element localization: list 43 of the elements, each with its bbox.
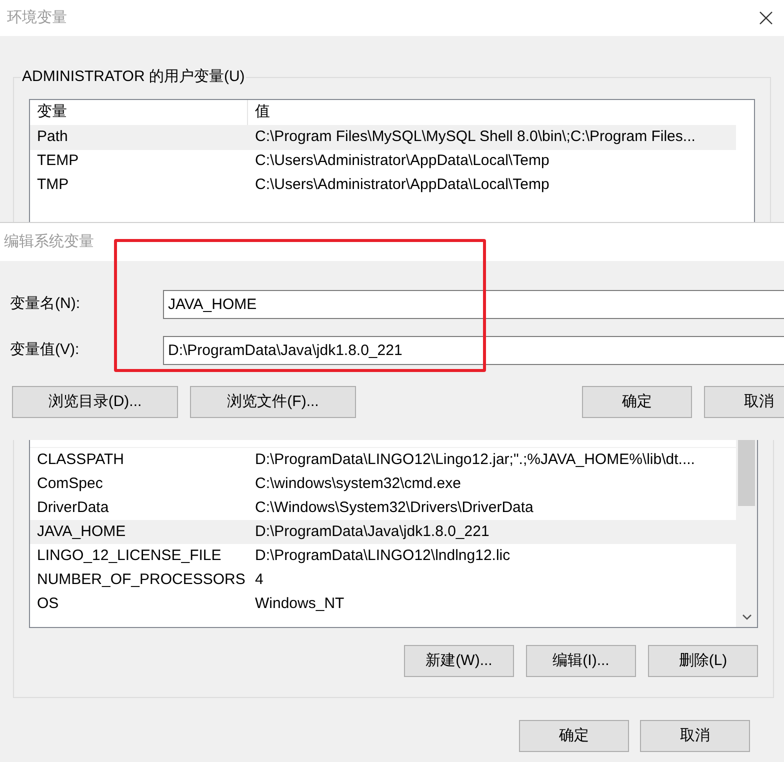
variable-name: TEMP xyxy=(36,151,80,172)
dialog-button[interactable]: 取消 xyxy=(704,386,784,418)
dialog-button[interactable]: 浏览文件(F)... xyxy=(190,386,356,418)
variable-name: LINGO_12_LICENSE_FILE xyxy=(36,546,222,566)
field-label: 变量名(N): xyxy=(9,294,81,314)
variable-value: Windows_NT xyxy=(254,594,344,614)
scrollbar-thumb[interactable] xyxy=(738,440,755,506)
column-header[interactable]: 值 xyxy=(248,100,270,124)
variable-name: NUMBER_OF_PROCESSORS xyxy=(36,570,246,590)
variable-value: C:\windows\system32\cmd.exe xyxy=(254,474,461,494)
variable-value: C:\Users\Administrator\AppData\Local\Temp xyxy=(254,175,550,196)
group-label: ADMINISTRATOR 的用户变量(U) xyxy=(21,67,246,87)
variable-name: ComSpec xyxy=(36,474,104,494)
text-field[interactable]: D:\ProgramData\Java\jdk1.8.0_221 xyxy=(163,336,784,365)
variable-name: CLASSPATH xyxy=(36,450,125,470)
variable-value: 4 xyxy=(254,570,264,590)
dialog-button[interactable]: 取消 xyxy=(640,720,750,752)
scroll-down-icon[interactable] xyxy=(742,614,752,620)
variable-value: C:\Users\Administrator\AppData\Local\Temp xyxy=(254,151,550,172)
variable-value: C:\Program Files\MySQL\MySQL Shell 8.0\bin\;C:\Program Files... xyxy=(254,127,696,148)
variable-value: D:\ProgramData\Java\jdk1.8.0_221 xyxy=(254,522,490,542)
column-header[interactable]: 变量 xyxy=(30,100,248,124)
variable-value: D:\ProgramData\LINGO12\Lingo12.jar;".;%JAVA_HOME%\lib\dt.... xyxy=(254,450,695,470)
dialog-title: 编辑系统变量 xyxy=(4,232,94,252)
variable-name: DriverData xyxy=(36,498,110,518)
variable-name: Path xyxy=(36,127,69,148)
dialog-button[interactable]: 确定 xyxy=(519,720,629,752)
dialog-button[interactable]: 新建(W)... xyxy=(404,645,514,677)
field-label: 变量值(V): xyxy=(9,340,80,360)
variable-name: TMP xyxy=(36,175,70,196)
variable-value: C:\Windows\System32\Drivers\DriverData xyxy=(254,498,534,518)
close-icon[interactable] xyxy=(758,10,774,26)
variable-value: D:\ProgramData\LINGO12\lndlng12.lic xyxy=(254,546,510,566)
variable-name: OS xyxy=(36,594,60,614)
list-row[interactable]: Path C:\Program Files\MySQL\MySQL Shell 8.0\bin\;C:\Program Files... xyxy=(30,126,736,150)
dialog-button[interactable]: 删除(L) xyxy=(648,645,758,677)
window-title: 环境变量 xyxy=(7,8,67,28)
list-row[interactable]: JAVA_HOME D:\ProgramData\Java\jdk1.8.0_221 xyxy=(30,520,736,544)
text-field[interactable]: JAVA_HOME xyxy=(163,290,784,319)
dialog-button[interactable]: 确定 xyxy=(582,386,692,418)
variable-name: JAVA_HOME xyxy=(36,522,127,542)
dialog-button[interactable]: 编辑(I)... xyxy=(526,645,636,677)
dialog-button[interactable]: 浏览目录(D)... xyxy=(12,386,178,418)
